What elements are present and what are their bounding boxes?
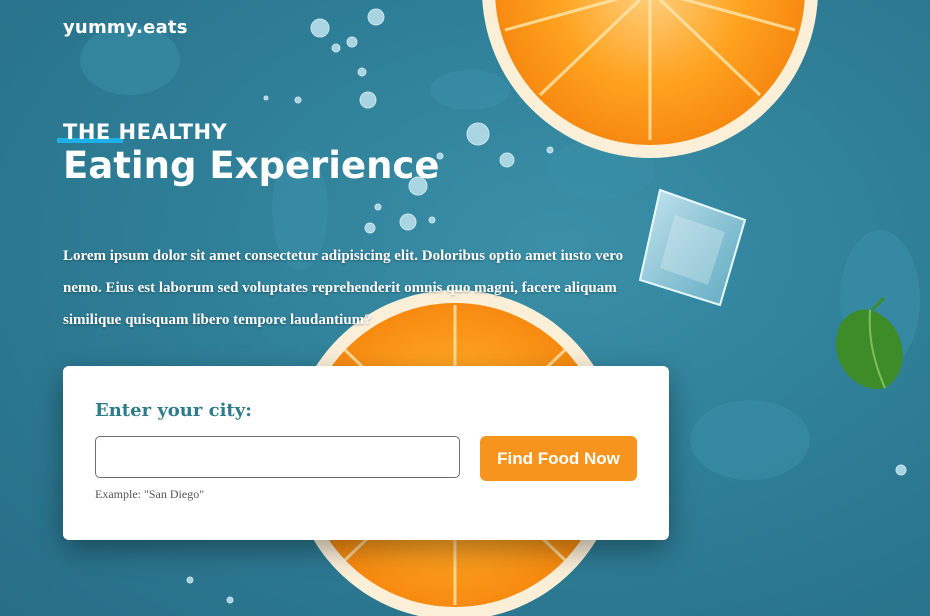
hero-intro-text: Lorem ipsum dolor sit amet consectetur a… — [63, 248, 624, 328]
hero-eyebrow: THE HEALTHY — [63, 120, 228, 144]
city-search-card: Enter your city: Find Food Now Example: … — [63, 366, 669, 540]
city-example-hint: Example: "San Diego" — [95, 487, 205, 501]
city-field-label: Enter your city: — [95, 400, 252, 421]
city-input[interactable] — [95, 436, 460, 478]
hero-section: yummy.eats THE HEALTHY Eating Experience… — [0, 0, 930, 616]
ice-cube-icon — [638, 188, 747, 307]
find-food-button[interactable]: Find Food Now — [480, 436, 637, 481]
hero-headline: Eating Experience — [63, 144, 440, 187]
orange-slice-icon — [482, 0, 818, 158]
brand-logo[interactable]: yummy.eats — [63, 17, 188, 38]
